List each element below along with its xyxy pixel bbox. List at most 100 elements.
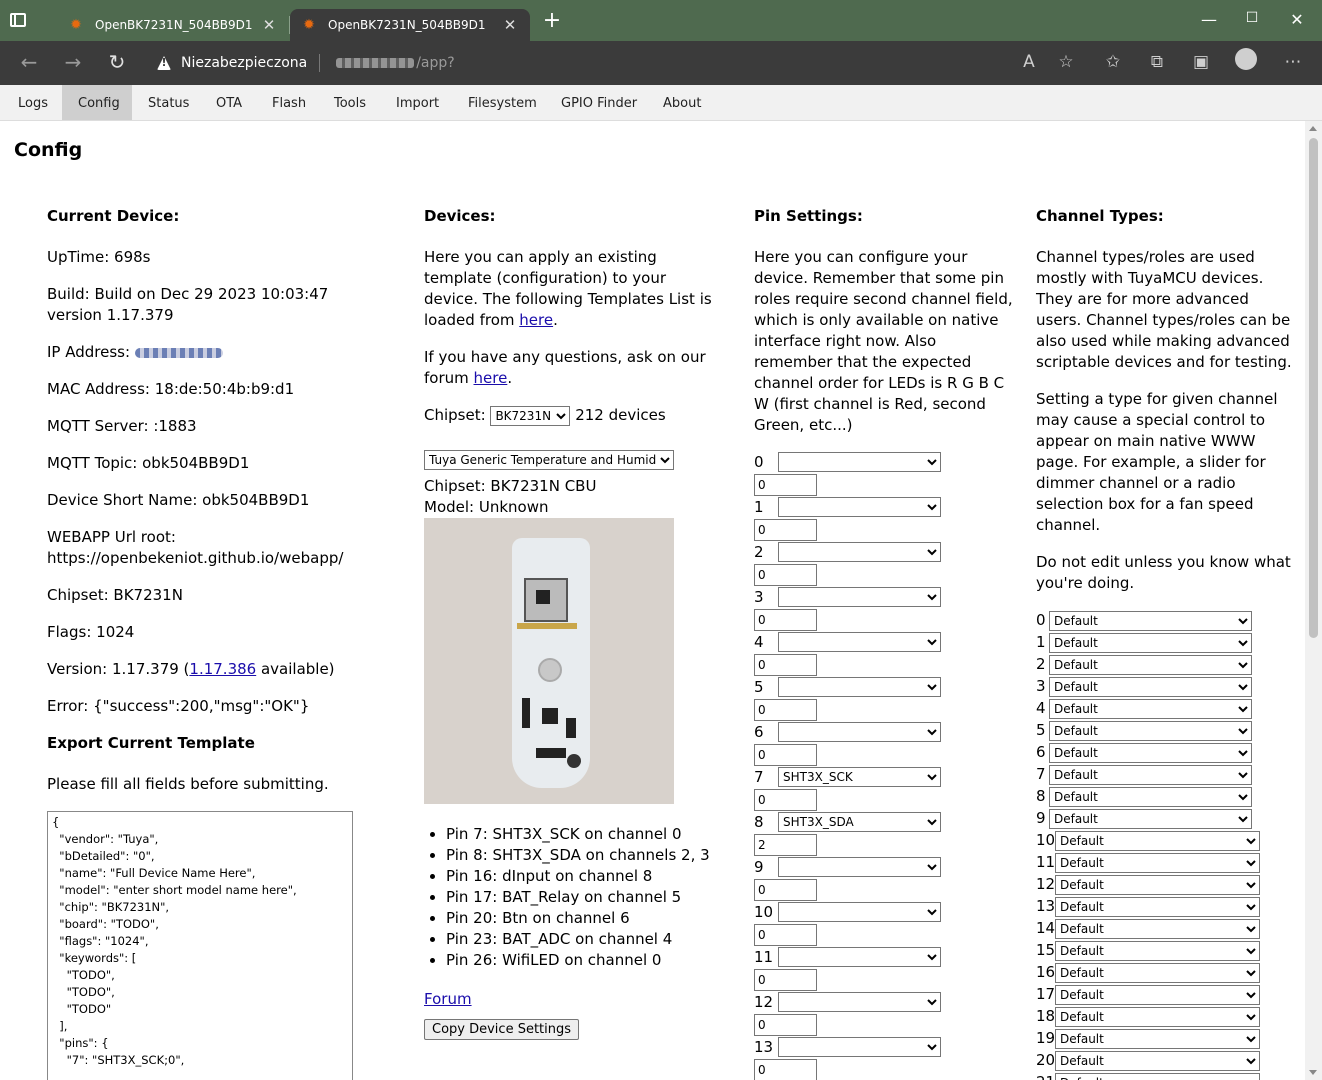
channel-type-select[interactable]: Default <box>1055 963 1260 983</box>
pin-role-select[interactable]: SHT3X_SCK <box>778 767 941 787</box>
close-window-icon[interactable]: ✕ <box>1287 10 1307 29</box>
templates-list-link[interactable]: here <box>519 311 553 329</box>
browser-titlebar: ✹ OpenBK7231N_504BB9D1 ✕ ✹ OpenBK7231N_5… <box>0 0 1322 41</box>
copy-device-settings-button[interactable]: Copy Device Settings <box>424 1019 580 1040</box>
channel-types-intro-1: Channel types/roles are used mostly with… <box>1036 248 1292 371</box>
pin-role-select[interactable] <box>778 947 941 967</box>
pin-channel-input[interactable]: 0 <box>754 789 817 811</box>
export-template-heading: Export Current Template <box>47 734 255 752</box>
channel-type-select[interactable]: Default <box>1049 765 1252 785</box>
pin-role-select[interactable] <box>778 677 941 697</box>
pin-role-select[interactable] <box>778 902 941 922</box>
pin-channel-input[interactable]: 0 <box>754 654 817 676</box>
forward-icon[interactable]: → <box>61 51 85 73</box>
channel-type-select[interactable]: Default <box>1055 897 1260 917</box>
tab-ota[interactable]: OTA <box>200 85 258 120</box>
pin-channel-input[interactable]: 0 <box>754 699 817 721</box>
channel-type-select[interactable]: Default <box>1055 941 1260 961</box>
channel-type-select[interactable]: Default <box>1055 1007 1260 1027</box>
profile-avatar[interactable] <box>1235 48 1257 70</box>
tab-status[interactable]: Status <box>132 85 205 120</box>
pin-channel-input[interactable]: 0 <box>754 609 817 631</box>
scroll-thumb[interactable] <box>1309 138 1318 638</box>
channel-type-select[interactable]: Default <box>1049 677 1252 697</box>
pin-channel-input[interactable]: 0 <box>754 1059 817 1080</box>
channel-type-select[interactable]: Default <box>1055 985 1260 1005</box>
channel-type-select[interactable]: Default <box>1049 699 1252 719</box>
tab-filesystem[interactable]: Filesystem <box>452 85 553 120</box>
pin-channel-input[interactable]: 0 <box>754 519 817 541</box>
mqtt-topic: MQTT Topic: obk504BB9D1 <box>47 454 250 472</box>
channel-type-select[interactable]: Default <box>1055 1073 1260 1080</box>
close-tab-icon[interactable]: ✕ <box>259 16 279 34</box>
tab-about[interactable]: About <box>647 85 717 120</box>
pin-channel-input[interactable]: 0 <box>754 474 817 496</box>
channel-type-select[interactable]: Default <box>1049 655 1252 675</box>
browser-tab-1[interactable]: ✹ OpenBK7231N_504BB9D1 ✕ <box>57 9 289 41</box>
pin-channel-input[interactable]: 0 <box>754 744 817 766</box>
pin-role-select[interactable] <box>778 1037 941 1057</box>
pin-channel-input[interactable]: 0 <box>754 564 817 586</box>
pin-channel-input[interactable]: 0 <box>754 879 817 901</box>
pin-role-select[interactable] <box>778 857 941 877</box>
pin-channel-input[interactable]: 0 <box>754 1014 817 1036</box>
channel-type-select[interactable]: Default <box>1055 1051 1260 1071</box>
pin-channel-input[interactable]: 2 <box>754 834 817 856</box>
channel-type-select[interactable]: Default <box>1049 633 1252 653</box>
more-options-icon[interactable]: ⋯ <box>1282 51 1304 73</box>
tab-tools[interactable]: Tools <box>318 85 382 120</box>
pin-role-select[interactable] <box>778 542 941 562</box>
version-prefix: Version: 1.17.379 ( <box>47 660 190 678</box>
tab-gpio-finder[interactable]: GPIO Finder <box>545 85 653 120</box>
page-title: Config <box>14 139 83 161</box>
channel-type-select[interactable]: Default <box>1055 853 1260 873</box>
browser-tab-2[interactable]: ✹ OpenBK7231N_504BB9D1 ✕ <box>290 9 530 41</box>
pin-role-select[interactable] <box>778 992 941 1012</box>
collections-icon[interactable]: ⧉ <box>1146 51 1168 73</box>
channel-type-select[interactable]: Default <box>1055 875 1260 895</box>
pin-role-select[interactable] <box>778 722 941 742</box>
tab-actions-icon[interactable] <box>10 13 26 27</box>
tab-logs[interactable]: Logs <box>2 85 64 120</box>
channel-type-select[interactable]: Default <box>1049 743 1252 763</box>
template-textarea[interactable]: { "vendor": "Tuya", "bDetailed": "0", "n… <box>47 811 353 1080</box>
pin-role-select[interactable] <box>778 452 941 472</box>
security-label[interactable]: Niezabezpieczona <box>181 55 307 71</box>
chipset-filter-select[interactable]: BK7231N <box>490 406 571 426</box>
new-tab-icon[interactable]: + <box>541 10 563 32</box>
browser-essentials-icon[interactable]: ▣ <box>1190 51 1212 73</box>
pin-role-select[interactable] <box>778 632 941 652</box>
back-icon[interactable]: ← <box>17 51 41 73</box>
tab-flash[interactable]: Flash <box>256 85 322 120</box>
forum-link[interactable]: Forum <box>424 990 472 1008</box>
tab-config[interactable]: Config <box>62 85 132 120</box>
forum-here-link[interactable]: here <box>474 369 508 387</box>
pin-role-select[interactable] <box>778 497 941 517</box>
page-scrollbar[interactable] <box>1305 121 1322 1080</box>
scroll-up-icon[interactable] <box>1309 126 1317 131</box>
pin-role-select[interactable] <box>778 587 941 607</box>
maximize-icon[interactable]: ☐ <box>1242 10 1262 26</box>
channel-type-select[interactable]: Default <box>1049 721 1252 741</box>
reload-icon[interactable]: ↻ <box>105 51 129 73</box>
update-version-link[interactable]: 1.17.386 <box>189 660 256 678</box>
favorites-icon[interactable]: ✩ <box>1102 51 1124 73</box>
tab-import[interactable]: Import <box>380 85 455 120</box>
device-template-select[interactable]: Tuya Generic Temperature and Humidi <box>424 450 674 470</box>
add-favorite-icon[interactable]: ☆ <box>1055 51 1077 73</box>
channel-type-select[interactable]: Default <box>1049 787 1252 807</box>
pin-channel-input[interactable]: 0 <box>754 924 817 946</box>
minimize-icon[interactable]: — <box>1199 10 1219 29</box>
channel-type-select[interactable]: Default <box>1049 611 1252 631</box>
close-tab-icon[interactable]: ✕ <box>500 16 520 34</box>
pin-role-select[interactable]: SHT3X_SDA <box>778 812 941 832</box>
channel-type-select[interactable]: Default <box>1055 831 1260 851</box>
list-item: Pin 26: WifiLED on channel 0 <box>446 950 714 971</box>
scroll-down-icon[interactable] <box>1309 1070 1317 1075</box>
warning-icon[interactable]: ! <box>157 56 171 70</box>
pin-channel-input[interactable]: 0 <box>754 969 817 991</box>
channel-type-select[interactable]: Default <box>1055 919 1260 939</box>
channel-type-select[interactable]: Default <box>1049 809 1252 829</box>
read-aloud-icon[interactable]: A <box>1018 51 1040 73</box>
channel-type-select[interactable]: Default <box>1055 1029 1260 1049</box>
